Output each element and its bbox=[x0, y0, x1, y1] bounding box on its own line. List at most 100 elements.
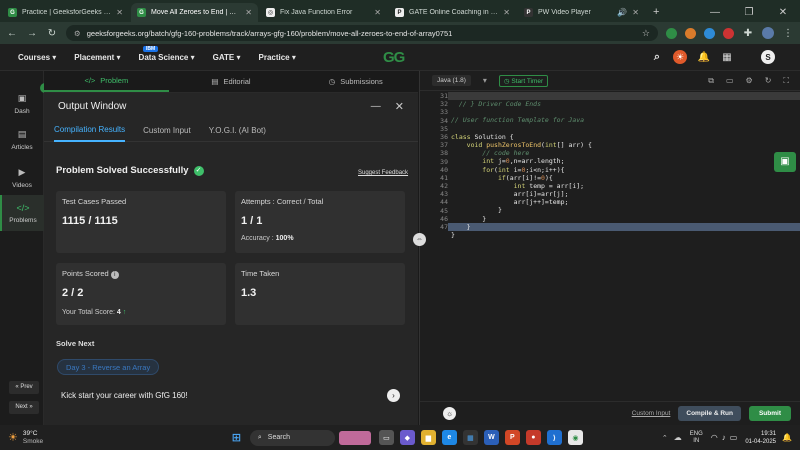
notification-bell-icon[interactable]: 🔔 bbox=[782, 433, 792, 442]
extension-icon[interactable] bbox=[704, 27, 715, 39]
layout-icon[interactable]: ▭ bbox=[726, 76, 734, 85]
new-tab-button[interactable]: + bbox=[645, 6, 667, 22]
file-explorer-icon[interactable]: ▆ bbox=[420, 430, 436, 445]
browser-tab-gate[interactable]: P GATE Online Coaching in India ✕ bbox=[389, 3, 516, 22]
widgets-icon[interactable] bbox=[338, 430, 371, 445]
minimize-button[interactable]: — bbox=[698, 7, 732, 22]
store-icon[interactable]: ▦ bbox=[462, 430, 478, 445]
close-icon[interactable]: ✕ bbox=[632, 8, 639, 17]
grid-apps-icon[interactable]: ▦ bbox=[720, 50, 734, 64]
tab-editorial[interactable]: ▤ Editorial bbox=[169, 71, 294, 92]
copilot-icon[interactable]: ◆ bbox=[399, 430, 415, 445]
prev-button[interactable]: « Prev bbox=[9, 381, 39, 394]
code-text-area[interactable]: // } Driver Code Ends // User function T… bbox=[451, 92, 592, 255]
search-icon[interactable]: ⌕ bbox=[650, 50, 664, 64]
output-window: Output Window — ✕ Compilation Results Cu… bbox=[44, 93, 418, 425]
close-icon[interactable]: ✕ bbox=[395, 100, 404, 113]
arrow-up-icon: ↑ bbox=[122, 309, 127, 316]
accuracy-line: Accuracy : 100% bbox=[241, 235, 294, 242]
lightbulb-icon[interactable]: ☼ bbox=[443, 407, 456, 420]
suggest-feedback-link[interactable]: Suggest Feedback bbox=[358, 170, 408, 176]
tab-problem[interactable]: </> Problem bbox=[44, 71, 169, 92]
extension-icon[interactable] bbox=[723, 27, 734, 39]
compile-run-button[interactable]: Compile & Run bbox=[678, 406, 741, 421]
fullscreen-icon[interactable]: ⛶ bbox=[783, 76, 789, 86]
taskbar-search[interactable]: ⌕ Search bbox=[249, 429, 335, 446]
browser-tab-pw-video[interactable]: P PW Video Player 🔊 ✕ bbox=[518, 3, 645, 22]
custom-input-link[interactable]: Custom Input bbox=[632, 410, 671, 417]
sidebar-item-videos[interactable]: ▶ Videos bbox=[0, 163, 44, 193]
vscode-icon[interactable]: ⟩ bbox=[546, 430, 562, 445]
language-select[interactable]: Java (1.8) bbox=[432, 75, 471, 86]
info-icon[interactable]: i bbox=[110, 271, 119, 279]
reset-icon[interactable]: ↻ bbox=[765, 76, 772, 85]
copy-icon[interactable]: ⧉ bbox=[708, 76, 714, 86]
tray-chevron-icon[interactable]: ⌃ bbox=[662, 434, 668, 442]
browser-tab-move-zeroes[interactable]: G Move All Zeroes to End | Practic ✕ bbox=[131, 3, 258, 22]
task-view-icon[interactable]: ▭ bbox=[378, 430, 394, 445]
chevron-right-icon[interactable]: › bbox=[387, 389, 400, 402]
extension-icon[interactable] bbox=[685, 27, 696, 39]
powerpoint-icon[interactable]: P bbox=[504, 430, 520, 445]
tab-title: Fix Java Function Error bbox=[280, 9, 353, 16]
tab-yogi-ai-bot[interactable]: Y.O.G.I. (AI Bot) bbox=[209, 126, 266, 135]
tab-submissions[interactable]: ◷ Submissions bbox=[293, 71, 418, 92]
edge-icon[interactable]: e bbox=[441, 430, 457, 445]
sidebar-item-dash[interactable]: ▣ Dash bbox=[0, 89, 44, 119]
browser-tab-fix-java[interactable]: ◎ Fix Java Function Error ✕ bbox=[260, 3, 387, 22]
back-arrow-icon[interactable]: ← bbox=[6, 28, 18, 39]
windows-start-icon[interactable]: ⊞ bbox=[229, 430, 244, 445]
gfg-logo[interactable]: GG bbox=[383, 49, 405, 66]
close-icon[interactable]: ✕ bbox=[116, 8, 123, 17]
nav-courses[interactable]: Courses ▾ bbox=[18, 53, 56, 62]
language-indicator[interactable]: ENG IN bbox=[690, 431, 703, 445]
editor-toolbar: Java (1.8) ▾ ◷ Start Timer ⧉ ▭ ⚙ ↻ ⛶ bbox=[420, 71, 800, 91]
site-info-icon[interactable]: ⚙ bbox=[74, 29, 81, 38]
nav-placement[interactable]: Placement ▾ bbox=[74, 53, 120, 62]
nav-data-science[interactable]: Data Science ▾ bbox=[139, 53, 195, 62]
next-button[interactable]: Next » bbox=[9, 401, 39, 414]
settings-icon[interactable]: ⚙ bbox=[746, 76, 753, 85]
sidebar-item-problems[interactable]: </> Problems bbox=[0, 195, 44, 231]
chevron-down-icon[interactable]: ▾ bbox=[483, 76, 487, 85]
forward-arrow-icon[interactable]: → bbox=[26, 28, 38, 39]
word-icon[interactable]: W bbox=[483, 430, 499, 445]
bell-icon[interactable]: 🔔 bbox=[697, 50, 711, 64]
extensions-puzzle-icon[interactable]: ✚ bbox=[742, 28, 754, 39]
bookmark-star-icon[interactable]: ☆ bbox=[642, 28, 650, 39]
nav-practice[interactable]: Practice ▾ bbox=[259, 53, 296, 62]
speaker-icon[interactable]: ♪ bbox=[722, 433, 726, 442]
nav-gate[interactable]: GATE ▾ bbox=[213, 53, 241, 62]
app-icon[interactable]: ● bbox=[525, 430, 541, 445]
close-icon[interactable]: ✕ bbox=[503, 8, 510, 17]
url-field[interactable]: ⚙ geeksforgeeks.org/batch/gfg-160-proble… bbox=[66, 25, 658, 41]
close-icon[interactable]: ✕ bbox=[374, 8, 381, 17]
reload-icon[interactable]: ↻ bbox=[46, 28, 58, 39]
maximize-button[interactable]: ❐ bbox=[732, 7, 766, 22]
next-problem-chip[interactable]: Day 3 - Reverse an Array bbox=[57, 359, 160, 375]
close-icon[interactable]: ✕ bbox=[245, 8, 252, 17]
sidebar-item-articles[interactable]: ▤ Articles bbox=[0, 125, 44, 155]
battery-icon[interactable]: ▭ bbox=[730, 433, 738, 442]
profile-avatar[interactable] bbox=[762, 27, 774, 39]
start-timer-button[interactable]: ◷ Start Timer bbox=[498, 74, 549, 87]
chrome-icon[interactable]: ◉ bbox=[567, 430, 583, 445]
browser-tab-practice[interactable]: G Practice | GeeksforGeeks | A co ✕ bbox=[2, 3, 129, 22]
submit-button[interactable]: Submit bbox=[748, 406, 791, 421]
resize-handle-icon[interactable]: ⇔ bbox=[413, 233, 426, 246]
tab-custom-input[interactable]: Custom Input bbox=[143, 126, 191, 135]
menu-kebab-icon[interactable]: ⋮ bbox=[782, 28, 794, 39]
clock[interactable]: 19:31 01-04-2025 bbox=[745, 430, 776, 446]
chat-widget-icon[interactable]: ▣ bbox=[774, 152, 796, 172]
minimize-icon[interactable]: — bbox=[371, 101, 381, 112]
user-avatar[interactable]: S bbox=[761, 50, 775, 64]
tab-compilation-results[interactable]: Compilation Results bbox=[54, 119, 126, 142]
theme-toggle-icon[interactable]: ☀ bbox=[673, 50, 687, 64]
weather-icon[interactable]: ☀ bbox=[8, 431, 18, 444]
cloud-icon[interactable]: ☁ bbox=[674, 433, 682, 442]
weather-widget[interactable]: 39°C Smoke bbox=[23, 430, 63, 446]
extension-icon[interactable] bbox=[666, 27, 677, 39]
volume-icon[interactable]: 🔊 bbox=[617, 8, 627, 17]
window-close-button[interactable]: ✕ bbox=[766, 7, 800, 22]
wifi-icon[interactable]: ◠ bbox=[711, 433, 718, 442]
